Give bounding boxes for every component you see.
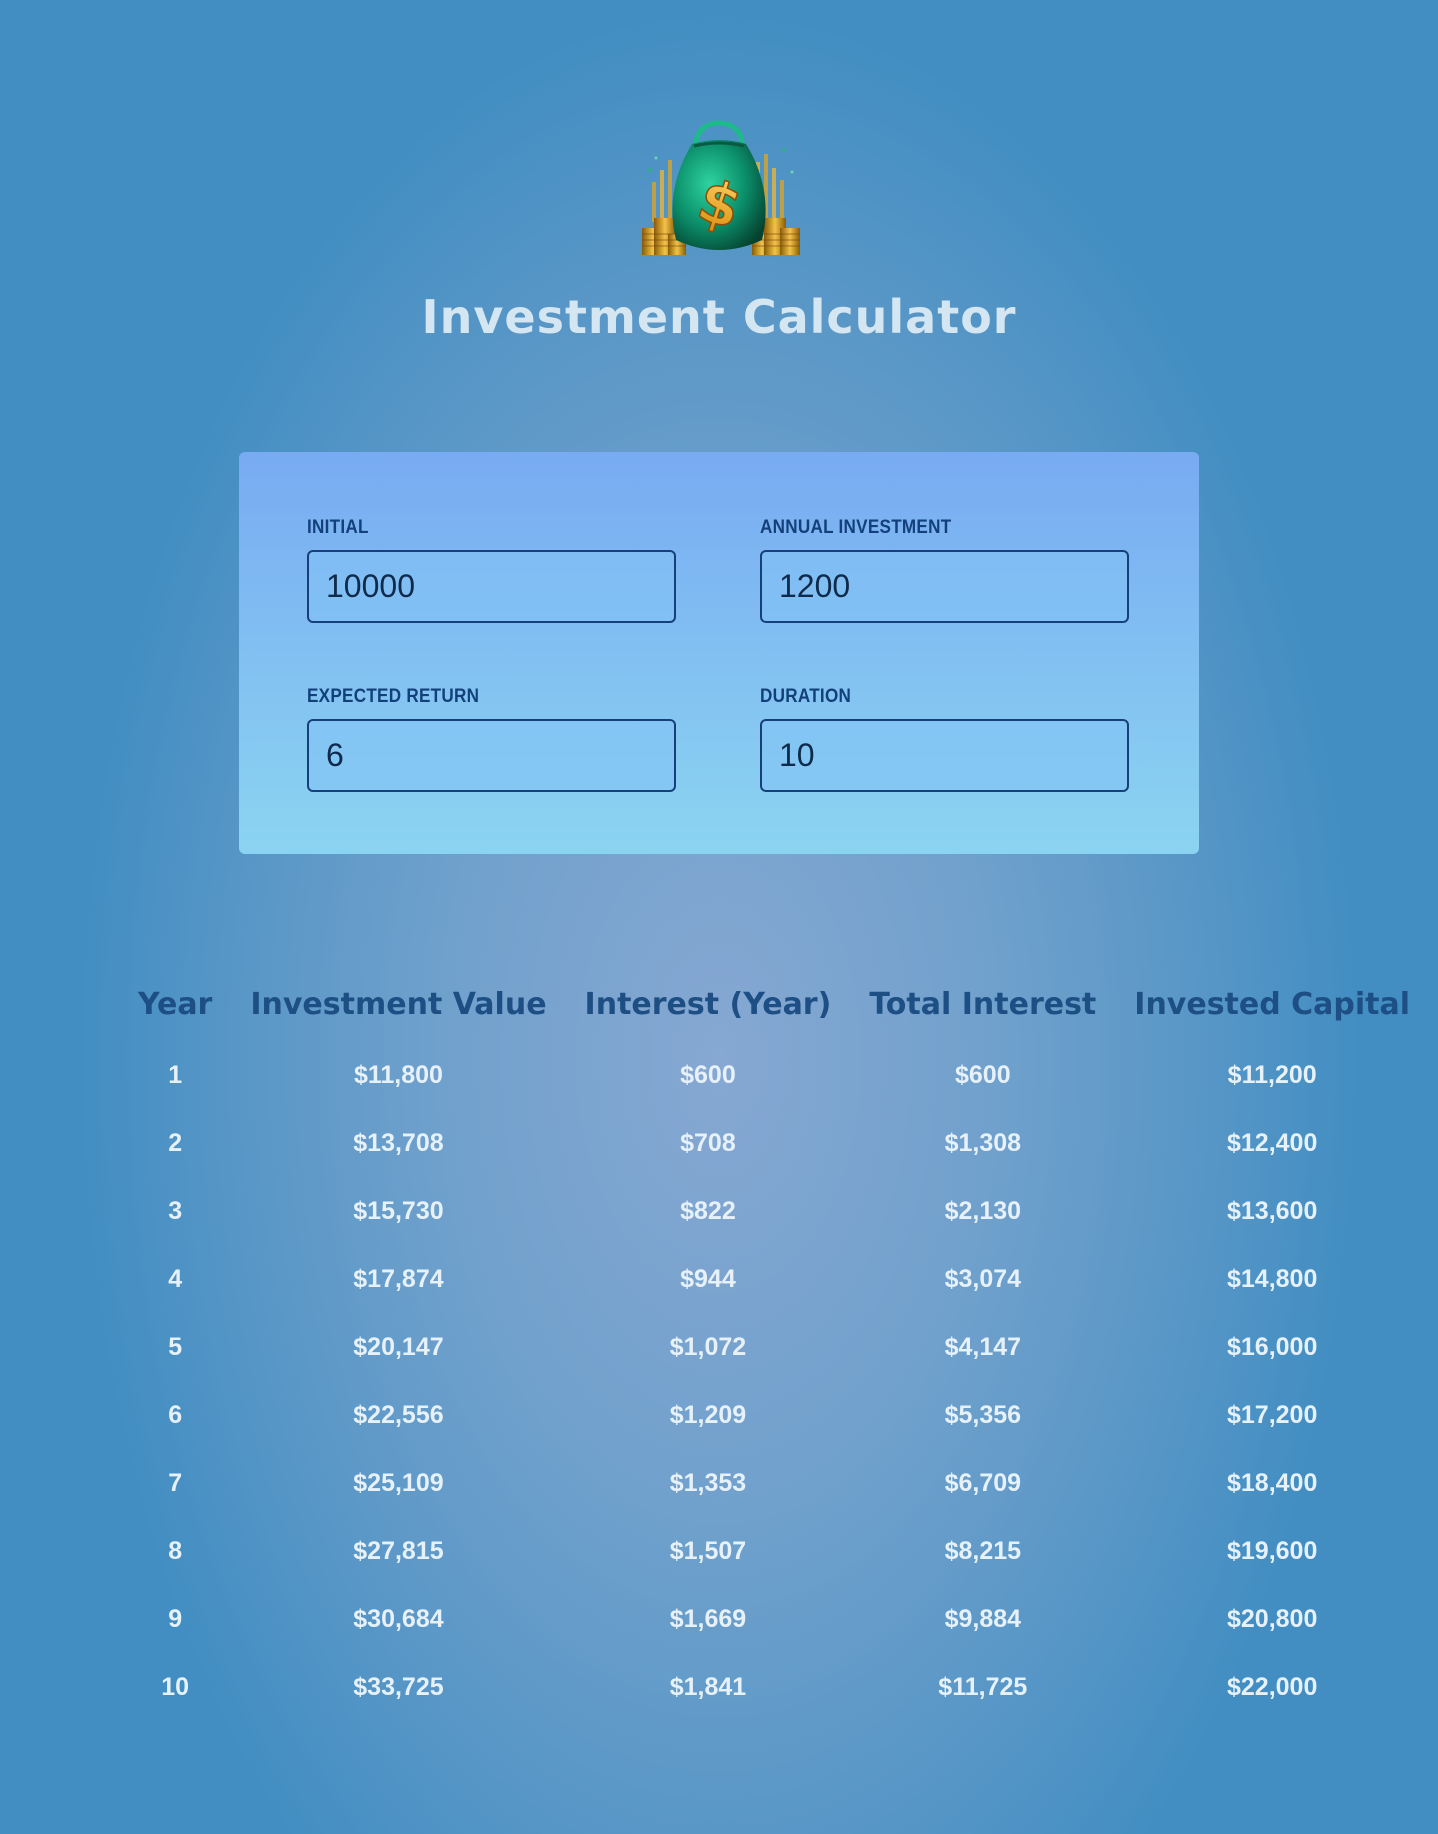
cell-year: 10 (161, 1672, 190, 1701)
cell-invested-capital: $22,000 (1226, 1672, 1318, 1701)
cell-invested-capital: $20,800 (1226, 1604, 1318, 1633)
expected-return-input[interactable]: 6 (307, 719, 676, 792)
cell-interest-year: $1,669 (669, 1604, 747, 1633)
page-header: $ (0, 110, 1438, 255)
initial-label: INITIAL (307, 517, 369, 538)
cell-interest-year: $600 (680, 1060, 736, 1089)
cell-year: 9 (168, 1604, 183, 1633)
cell-year: 1 (168, 1060, 183, 1089)
cell-investment-value: $22,556 (353, 1400, 444, 1429)
cell-total-interest: $600 (954, 1060, 1011, 1089)
table-row: 9 $30,684 $1,669 $9,884 $20,800 (119, 1585, 1429, 1653)
annual-investment-field-group: ANNUAL INVESTMENT 1200 (760, 517, 1129, 623)
cell-year: 2 (168, 1128, 183, 1157)
cell-interest-year: $944 (680, 1264, 736, 1293)
money-bag-icon: $ (642, 120, 800, 255)
cell-investment-value: $25,109 (353, 1468, 444, 1497)
cell-interest-year: $822 (680, 1196, 736, 1225)
page-title: Investment Calculator (421, 290, 1017, 344)
expected-return-label: EXPECTED RETURN (307, 686, 480, 707)
cell-interest-year: $1,507 (669, 1536, 747, 1565)
table-row: 1 $11,800 $600 $600 $11,200 (119, 1033, 1429, 1109)
cell-investment-value: $15,730 (353, 1196, 444, 1225)
cell-interest-year: $1,353 (669, 1468, 747, 1497)
results-header-row: Year Investment Value Interest (Year) To… (119, 975, 1429, 1033)
cell-invested-capital: $17,200 (1226, 1400, 1318, 1429)
table-row: 7 $25,109 $1,353 $6,709 $18,400 (119, 1449, 1429, 1517)
table-row: 4 $17,874 $944 $3,074 $14,800 (119, 1245, 1429, 1313)
cell-total-interest: $5,356 (944, 1400, 1022, 1429)
table-row: 2 $13,708 $708 $1,308 $12,400 (119, 1109, 1429, 1177)
duration-label: DURATION (760, 686, 852, 707)
results-body: 1 $11,800 $600 $600 $11,200 2 $13,708 $708 $1,30… (119, 1033, 1429, 1721)
initial-input[interactable]: 10000 (307, 550, 676, 623)
cell-invested-capital: $18,400 (1226, 1468, 1318, 1497)
cell-investment-value: $13,708 (353, 1128, 444, 1157)
cell-total-interest: $8,215 (944, 1536, 1022, 1565)
cell-total-interest: $1,308 (944, 1128, 1022, 1157)
table-row: 3 $15,730 $822 $2,130 $13,600 (119, 1177, 1429, 1245)
column-header-invested-capital: Invested Capital (1134, 986, 1411, 1022)
cell-investment-value: $33,725 (353, 1672, 444, 1701)
cell-invested-capital: $11,200 (1227, 1060, 1317, 1089)
results-table: Year Investment Value Interest (Year) To… (119, 975, 1429, 1721)
cell-total-interest: $11,725 (938, 1672, 1028, 1701)
cell-investment-value: $20,147 (353, 1332, 444, 1361)
cell-year: 5 (168, 1332, 183, 1361)
cell-invested-capital: $13,600 (1226, 1196, 1318, 1225)
cell-interest-year: $708 (680, 1128, 736, 1157)
table-row: 8 $27,815 $1,507 $8,215 $19,600 (119, 1517, 1429, 1585)
cell-invested-capital: $16,000 (1226, 1332, 1318, 1361)
column-header-interest-year: Interest (Year) (584, 986, 832, 1022)
cell-year: 3 (168, 1196, 183, 1225)
calculator-inputs-panel: INITIAL 10000 ANNUAL INVESTMENT 1200 EXP… (239, 452, 1199, 854)
cell-interest-year: $1,209 (669, 1400, 747, 1429)
cell-interest-year: $1,841 (669, 1672, 747, 1701)
annual-investment-input[interactable]: 1200 (760, 550, 1129, 623)
cell-interest-year: $1,072 (669, 1332, 747, 1361)
duration-input[interactable]: 10 (760, 719, 1129, 792)
cell-year: 4 (168, 1264, 183, 1293)
cell-investment-value: $11,800 (353, 1060, 443, 1089)
cell-invested-capital: $19,600 (1226, 1536, 1318, 1565)
cell-total-interest: $6,709 (944, 1468, 1022, 1497)
column-header-investment-value: Investment Value (250, 986, 547, 1022)
cell-invested-capital: $12,400 (1226, 1128, 1318, 1157)
cell-investment-value: $27,815 (353, 1536, 444, 1565)
cell-invested-capital: $14,800 (1226, 1264, 1318, 1293)
duration-field-group: DURATION 10 (760, 686, 1129, 792)
initial-field-group: INITIAL 10000 (307, 517, 676, 623)
expected-return-field-group: EXPECTED RETURN 6 (307, 686, 676, 792)
cell-year: 8 (168, 1536, 183, 1565)
cell-investment-value: $30,684 (353, 1604, 444, 1633)
column-header-year: Year (138, 986, 213, 1022)
table-row: 10 $33,725 $1,841 $11,725 $22,000 (119, 1653, 1429, 1721)
table-row: 5 $20,147 $1,072 $4,147 $16,000 (119, 1313, 1429, 1381)
annual-investment-label: ANNUAL INVESTMENT (760, 517, 952, 538)
cell-total-interest: $4,147 (944, 1332, 1022, 1361)
cell-total-interest: $3,074 (944, 1264, 1022, 1293)
cell-year: 6 (168, 1400, 183, 1429)
table-row: 6 $22,556 $1,209 $5,356 $17,200 (119, 1381, 1429, 1449)
column-header-total-interest: Total Interest (869, 986, 1097, 1022)
cell-total-interest: $9,884 (944, 1604, 1022, 1633)
cell-total-interest: $2,130 (944, 1196, 1022, 1225)
cell-year: 7 (168, 1468, 183, 1497)
cell-investment-value: $17,874 (353, 1264, 444, 1293)
